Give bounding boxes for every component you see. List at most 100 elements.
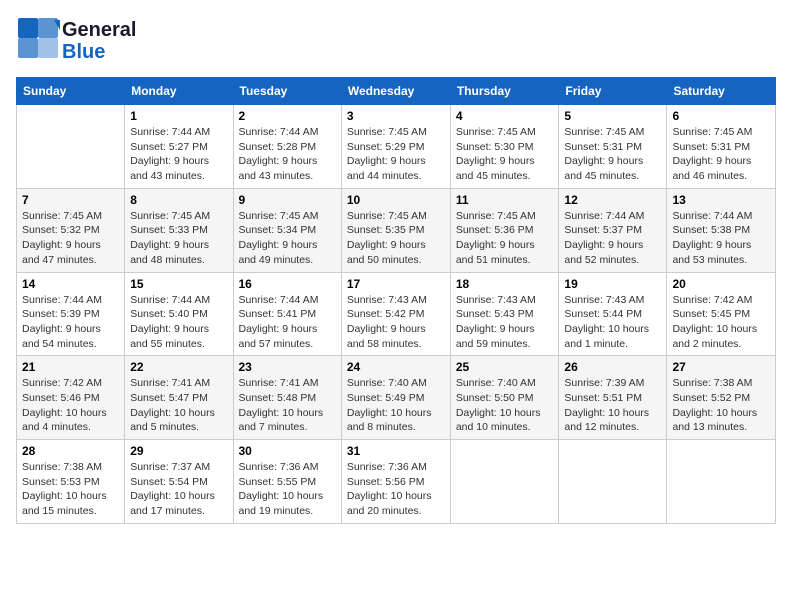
calendar-cell: 11Sunrise: 7:45 AMSunset: 5:36 PMDayligh…	[450, 188, 559, 272]
day-number: 22	[130, 360, 227, 374]
calendar-week-row: 7Sunrise: 7:45 AMSunset: 5:32 PMDaylight…	[17, 188, 776, 272]
calendar-week-row: 1 Sunrise: 7:44 AMSunset: 5:27 PMDaylight…	[17, 105, 776, 189]
cell-info: Sunrise: 7:44 AMSunset: 5:37 PMDaylight:…	[564, 209, 661, 268]
calendar-cell	[17, 105, 125, 189]
calendar-cell: 8Sunrise: 7:45 AMSunset: 5:33 PMDaylight…	[125, 188, 233, 272]
calendar-cell	[559, 440, 667, 524]
cell-info: Sunrise: 7:43 AMSunset: 5:43 PMDaylight:…	[456, 293, 554, 352]
logo-blue: Blue	[62, 41, 136, 63]
day-number: 12	[564, 193, 661, 207]
cell-info: Sunrise: 7:36 AMSunset: 5:56 PMDaylight:…	[347, 460, 445, 519]
weekday-header-thursday: Thursday	[450, 78, 559, 105]
day-number: 13	[672, 193, 770, 207]
calendar-cell: 23 Sunrise: 7:41 AMSunset: 5:48 PMDayligh…	[233, 356, 341, 440]
day-number: 9	[239, 193, 336, 207]
cell-info: Sunrise: 7:43 AMSunset: 5:44 PMDaylight:…	[564, 293, 661, 352]
cell-info: Sunrise: 7:44 AMSunset: 5:40 PMDaylight:…	[130, 293, 227, 352]
calendar-cell: 24Sunrise: 7:40 AMSunset: 5:49 PMDayligh…	[341, 356, 450, 440]
weekday-header-wednesday: Wednesday	[341, 78, 450, 105]
calendar-week-row: 14Sunrise: 7:44 AMSunset: 5:39 PMDayligh…	[17, 272, 776, 356]
cell-info: Sunrise: 7:41 AMSunset: 5:47 PMDaylight:…	[130, 376, 227, 435]
day-number: 23	[239, 360, 336, 374]
day-number: 27	[672, 360, 770, 374]
calendar-cell: 29 Sunrise: 7:37 AMSunset: 5:54 PMDayligh…	[125, 440, 233, 524]
calendar-cell: 9 Sunrise: 7:45 AMSunset: 5:34 PMDaylight…	[233, 188, 341, 272]
day-number: 14	[22, 277, 119, 291]
calendar-table: SundayMondayTuesdayWednesdayThursdayFrid…	[16, 77, 776, 524]
day-number: 29	[130, 444, 227, 458]
calendar-cell: 19Sunrise: 7:43 AMSunset: 5:44 PMDayligh…	[559, 272, 667, 356]
calendar-cell	[450, 440, 559, 524]
day-number: 8	[130, 193, 227, 207]
logo-general: General	[62, 19, 136, 41]
cell-info: Sunrise: 7:45 AMSunset: 5:31 PMDaylight:…	[564, 125, 661, 184]
cell-info: Sunrise: 7:45 AMSunset: 5:30 PMDaylight:…	[456, 125, 554, 184]
cell-info: Sunrise: 7:44 AMSunset: 5:41 PMDaylight:…	[239, 293, 336, 352]
day-number: 30	[239, 444, 336, 458]
day-number: 15	[130, 277, 227, 291]
calendar-cell: 3 Sunrise: 7:45 AMSunset: 5:29 PMDaylight…	[341, 105, 450, 189]
cell-info: Sunrise: 7:45 AMSunset: 5:32 PMDaylight:…	[22, 209, 119, 268]
calendar-cell: 6 Sunrise: 7:45 AMSunset: 5:31 PMDaylight…	[667, 105, 776, 189]
day-number: 21	[22, 360, 119, 374]
cell-info: Sunrise: 7:45 AMSunset: 5:29 PMDaylight:…	[347, 125, 445, 184]
calendar-cell: 7Sunrise: 7:45 AMSunset: 5:32 PMDaylight…	[17, 188, 125, 272]
calendar-cell: 13 Sunrise: 7:44 AMSunset: 5:38 PMDayligh…	[667, 188, 776, 272]
day-number: 24	[347, 360, 445, 374]
calendar-cell: 21Sunrise: 7:42 AMSunset: 5:46 PMDayligh…	[17, 356, 125, 440]
calendar-cell: 12 Sunrise: 7:44 AMSunset: 5:37 PMDayligh…	[559, 188, 667, 272]
cell-info: Sunrise: 7:45 AMSunset: 5:34 PMDaylight:…	[239, 209, 336, 268]
cell-info: Sunrise: 7:41 AMSunset: 5:48 PMDaylight:…	[239, 376, 336, 435]
cell-info: Sunrise: 7:40 AMSunset: 5:50 PMDaylight:…	[456, 376, 554, 435]
cell-info: Sunrise: 7:43 AMSunset: 5:42 PMDaylight:…	[347, 293, 445, 352]
cell-info: Sunrise: 7:38 AMSunset: 5:53 PMDaylight:…	[22, 460, 119, 519]
page-header: General Blue	[16, 16, 776, 65]
weekday-header-friday: Friday	[559, 78, 667, 105]
calendar-cell: 14Sunrise: 7:44 AMSunset: 5:39 PMDayligh…	[17, 272, 125, 356]
calendar-cell: 17 Sunrise: 7:43 AMSunset: 5:42 PMDayligh…	[341, 272, 450, 356]
calendar-cell: 18 Sunrise: 7:43 AMSunset: 5:43 PMDayligh…	[450, 272, 559, 356]
day-number: 28	[22, 444, 119, 458]
cell-info: Sunrise: 7:44 AMSunset: 5:27 PMDaylight:…	[130, 125, 227, 184]
day-number: 16	[239, 277, 336, 291]
cell-info: Sunrise: 7:39 AMSunset: 5:51 PMDaylight:…	[564, 376, 661, 435]
cell-info: Sunrise: 7:45 AMSunset: 5:35 PMDaylight:…	[347, 209, 445, 268]
day-number: 25	[456, 360, 554, 374]
calendar-week-row: 21Sunrise: 7:42 AMSunset: 5:46 PMDayligh…	[17, 356, 776, 440]
cell-info: Sunrise: 7:44 AMSunset: 5:38 PMDaylight:…	[672, 209, 770, 268]
cell-info: Sunrise: 7:44 AMSunset: 5:28 PMDaylight:…	[239, 125, 336, 184]
calendar-cell: 26 Sunrise: 7:39 AMSunset: 5:51 PMDayligh…	[559, 356, 667, 440]
weekday-header-monday: Monday	[125, 78, 233, 105]
cell-info: Sunrise: 7:45 AMSunset: 5:36 PMDaylight:…	[456, 209, 554, 268]
day-number: 20	[672, 277, 770, 291]
calendar-cell: 16 Sunrise: 7:44 AMSunset: 5:41 PMDayligh…	[233, 272, 341, 356]
calendar-cell: 20Sunrise: 7:42 AMSunset: 5:45 PMDayligh…	[667, 272, 776, 356]
day-number: 3	[347, 109, 445, 123]
calendar-cell: 1 Sunrise: 7:44 AMSunset: 5:27 PMDaylight…	[125, 105, 233, 189]
logo-icon	[16, 16, 60, 60]
calendar-cell: 30Sunrise: 7:36 AMSunset: 5:55 PMDayligh…	[233, 440, 341, 524]
day-number: 18	[456, 277, 554, 291]
day-number: 6	[672, 109, 770, 123]
day-number: 17	[347, 277, 445, 291]
calendar-cell: 31 Sunrise: 7:36 AMSunset: 5:56 PMDayligh…	[341, 440, 450, 524]
day-number: 31	[347, 444, 445, 458]
day-number: 1	[130, 109, 227, 123]
day-number: 5	[564, 109, 661, 123]
cell-info: Sunrise: 7:37 AMSunset: 5:54 PMDaylight:…	[130, 460, 227, 519]
day-number: 10	[347, 193, 445, 207]
calendar-cell: 4 Sunrise: 7:45 AMSunset: 5:30 PMDaylight…	[450, 105, 559, 189]
calendar-cell	[667, 440, 776, 524]
calendar-cell: 27Sunrise: 7:38 AMSunset: 5:52 PMDayligh…	[667, 356, 776, 440]
calendar-header-row: SundayMondayTuesdayWednesdayThursdayFrid…	[17, 78, 776, 105]
calendar-cell: 5 Sunrise: 7:45 AMSunset: 5:31 PMDaylight…	[559, 105, 667, 189]
weekday-header-saturday: Saturday	[667, 78, 776, 105]
day-number: 4	[456, 109, 554, 123]
day-number: 26	[564, 360, 661, 374]
calendar-cell: 10 Sunrise: 7:45 AMSunset: 5:35 PMDayligh…	[341, 188, 450, 272]
calendar-cell: 15 Sunrise: 7:44 AMSunset: 5:40 PMDayligh…	[125, 272, 233, 356]
cell-info: Sunrise: 7:45 AMSunset: 5:31 PMDaylight:…	[672, 125, 770, 184]
day-number: 2	[239, 109, 336, 123]
weekday-header-tuesday: Tuesday	[233, 78, 341, 105]
calendar-week-row: 28 Sunrise: 7:38 AMSunset: 5:53 PMDayligh…	[17, 440, 776, 524]
